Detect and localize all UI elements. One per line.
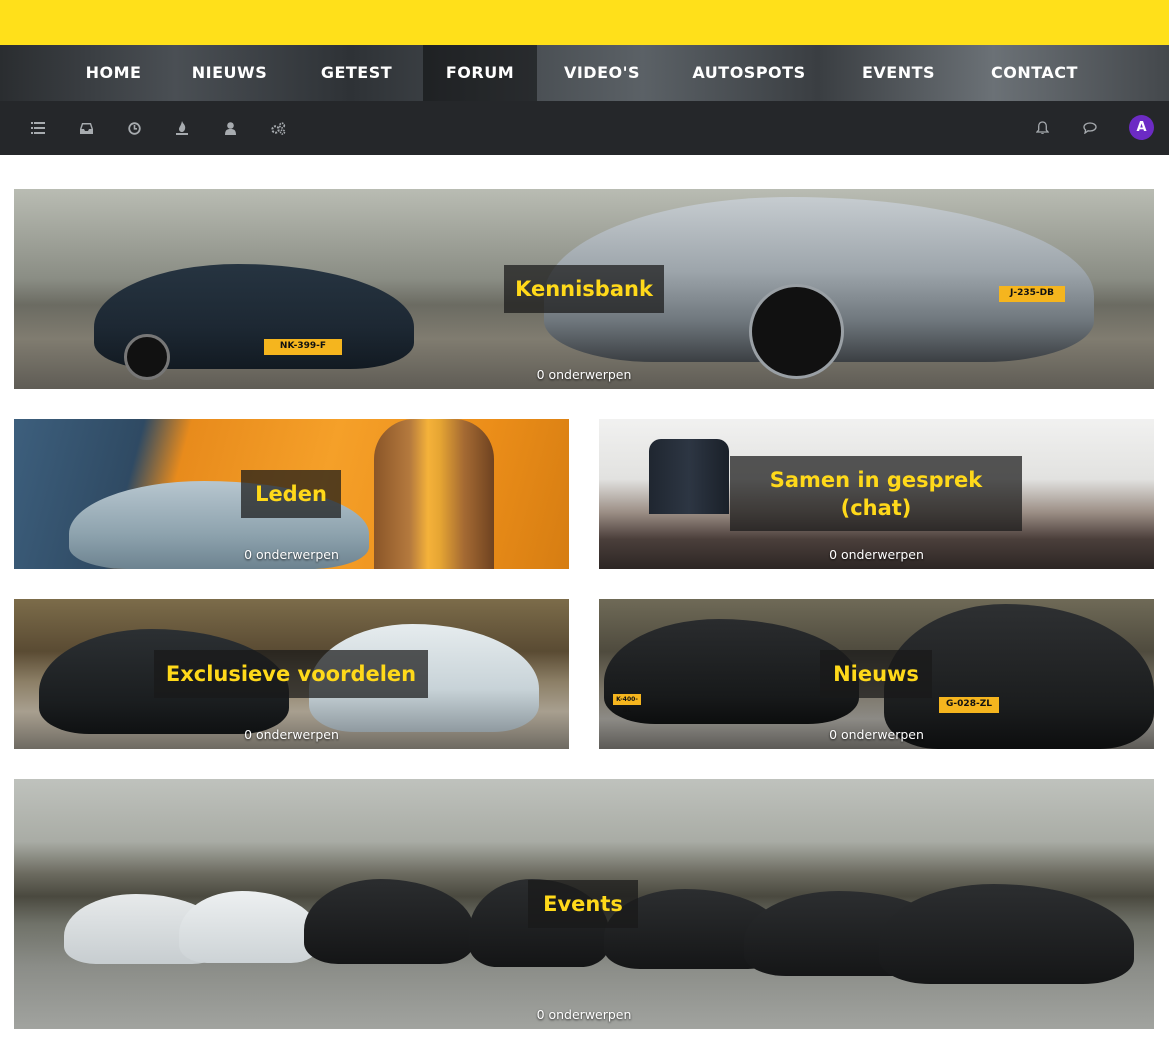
- topic-count: 0 onderwerpen: [829, 547, 924, 562]
- category-title: Kennisbank: [504, 265, 664, 313]
- category-leden[interactable]: Leden 0 onderwerpen: [14, 419, 569, 569]
- notifications-icon[interactable]: [1032, 118, 1052, 138]
- topic-count: 0 onderwerpen: [536, 1007, 632, 1022]
- nav-contact[interactable]: CONTACT: [977, 45, 1092, 101]
- category-nieuws[interactable]: K-400-BL G-028-ZL Nieuws 0 onderwerpen: [599, 599, 1154, 749]
- license-plate: J-235-DB: [999, 286, 1065, 302]
- category-title: Leden: [241, 470, 341, 518]
- topic-count: 0 onderwerpen: [536, 367, 632, 382]
- topic-count: 0 onderwerpen: [829, 727, 924, 742]
- popular-icon[interactable]: [172, 118, 192, 138]
- recent-icon[interactable]: [124, 118, 144, 138]
- inbox-icon[interactable]: [76, 118, 96, 138]
- license-plate: K-400-BL: [613, 694, 641, 714]
- category-title: Samen in gesprek (chat): [730, 456, 1022, 531]
- categories-icon[interactable]: [28, 118, 48, 138]
- forum-toolbar: [0, 101, 1169, 155]
- category-samen-in-gesprek[interactable]: Samen in gesprek (chat) 0 onderwerpen: [599, 419, 1154, 569]
- nav-events[interactable]: EVENTS: [846, 45, 951, 101]
- category-events[interactable]: Events 0 onderwerpen: [14, 779, 1154, 1029]
- category-title: Nieuws: [820, 650, 932, 698]
- category-title: Exclusieve voordelen: [154, 650, 428, 698]
- topic-count: 0 onderwerpen: [244, 727, 339, 742]
- license-plate: G-028-ZL: [939, 697, 999, 713]
- nav-forum[interactable]: FORUM: [423, 45, 537, 101]
- license-plate: NK-399-F: [264, 339, 342, 355]
- nav-autospots[interactable]: AUTOSPOTS: [679, 45, 819, 101]
- user-avatar[interactable]: A: [1129, 115, 1154, 140]
- top-accent-bar: [0, 0, 1169, 45]
- nav-videos[interactable]: VIDEO'S: [552, 45, 652, 101]
- topic-count: 0 onderwerpen: [244, 547, 339, 562]
- category-title: Events: [528, 880, 638, 928]
- speakers-figure: [649, 439, 729, 514]
- category-kennisbank[interactable]: NK-399-F J-235-DB Kennisbank 0 onderwerp…: [14, 189, 1154, 389]
- category-exclusieve-voordelen[interactable]: Exclusieve voordelen 0 onderwerpen: [14, 599, 569, 749]
- chat-icon[interactable]: [1080, 118, 1100, 138]
- nav-home[interactable]: HOME: [74, 45, 153, 101]
- wheel-shape: [749, 284, 844, 379]
- groups-icon[interactable]: [268, 118, 288, 138]
- nav-getest[interactable]: GETEST: [306, 45, 407, 101]
- main-navigation: HOME NIEUWS GETEST FORUM VIDEO'S AUTOSPO…: [0, 45, 1169, 101]
- nav-nieuws[interactable]: NIEUWS: [180, 45, 279, 101]
- user-icon[interactable]: [220, 118, 240, 138]
